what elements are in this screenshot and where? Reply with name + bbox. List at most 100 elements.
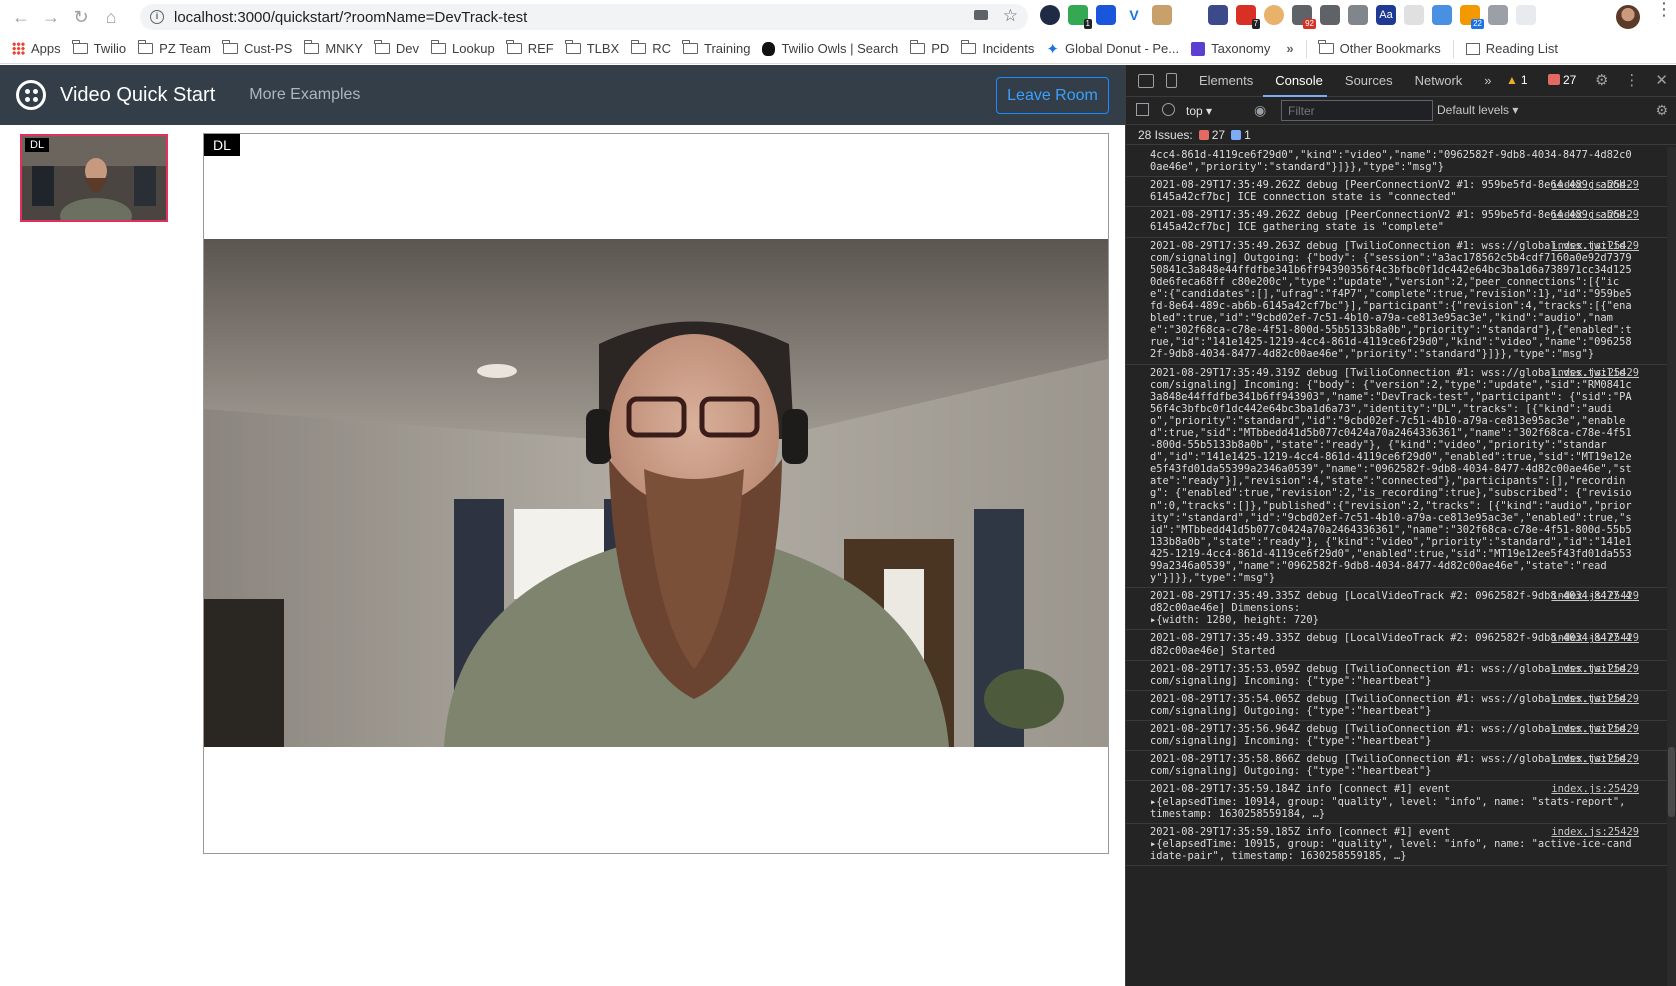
console-settings-gear-icon[interactable]: ⚙ [1655, 102, 1668, 119]
todoist-icon[interactable]: 7 [1236, 5, 1260, 29]
source-link[interactable]: index.js:25429 [1551, 367, 1639, 379]
calendar-icon[interactable]: 92 [1292, 5, 1316, 29]
search-icon[interactable] [1348, 5, 1368, 25]
screenshot-icon[interactable] [1432, 5, 1452, 25]
issues-bar[interactable]: 28 Issues: 27 1 [1126, 125, 1676, 145]
bookmark-ref[interactable]: REF [506, 40, 554, 56]
context-selector[interactable]: top ▾ [1186, 104, 1212, 118]
reading-mode-icon[interactable] [1516, 5, 1536, 25]
console-scrollbar[interactable] [1667, 147, 1676, 986]
console-message: 2021-08-29T17:35:53.059Z debug [TwilioCo… [1126, 661, 1667, 691]
bookmark-lookup[interactable]: Lookup [430, 40, 495, 56]
extension-gray-icon[interactable] [1320, 5, 1340, 25]
source-link[interactable]: index.js:25429 [1551, 240, 1639, 252]
dictionary-icon[interactable]: Aa [1376, 5, 1396, 25]
folder-icon [960, 40, 977, 54]
bookmark-training[interactable]: Training [682, 40, 750, 56]
extension-tan-icon[interactable] [1152, 5, 1172, 25]
bookmark-dev[interactable]: Dev [374, 40, 419, 56]
clear-console-icon[interactable] [1162, 103, 1175, 116]
folder-icon [682, 40, 698, 54]
source-link[interactable]: index.js:25429 [1551, 783, 1639, 795]
errors-counter[interactable]: 27 [1548, 73, 1576, 87]
scrollbar-thumb[interactable] [1668, 747, 1675, 817]
home-icon[interactable]: ⌂ [98, 4, 124, 30]
back-icon[interactable]: ← [8, 4, 34, 30]
browser-menu-icon[interactable]: ⋮ [1655, 0, 1673, 18]
cookie-icon[interactable] [1264, 5, 1284, 25]
site-info-icon[interactable]: i [150, 10, 164, 24]
participant-thumbnail[interactable]: DL [20, 134, 168, 222]
bookmark-tlbx[interactable]: TLBX [565, 40, 619, 56]
source-link[interactable]: index.js:25429 [1551, 753, 1639, 765]
close-icon[interactable]: ✕ [1655, 71, 1668, 89]
bookmark-apps[interactable]: Apps [12, 41, 61, 56]
reload-icon[interactable]: ↻ [68, 4, 94, 30]
folder-icon [630, 40, 647, 54]
app-title[interactable]: Video Quick Start [60, 84, 215, 107]
tab-console[interactable]: Console [1275, 73, 1323, 88]
folder-icon [1318, 40, 1334, 54]
console-messages[interactable]: 4cc4-861d-4119ce6f29d0","kind":"video","… [1126, 147, 1667, 986]
extension-light-icon[interactable] [1404, 5, 1424, 25]
bookmark-incidents[interactable]: Incidents [960, 40, 1034, 56]
inspect-element-icon[interactable] [1138, 73, 1154, 88]
source-link[interactable]: index.js:25429 [1551, 663, 1639, 675]
bookmark-label: Apps [31, 41, 61, 56]
sidebar-toggle-icon[interactable] [1136, 103, 1149, 116]
bookmark-label: RC [652, 41, 671, 56]
tab-sources[interactable]: Sources [1345, 73, 1393, 88]
bookmark-rc[interactable]: RC [630, 40, 671, 56]
bookmark-mnky[interactable]: MNKY [303, 40, 363, 56]
bookmark-cust-ps[interactable]: Cust-PS [222, 40, 292, 56]
bitwarden-shield-icon[interactable] [1096, 5, 1116, 25]
reading-list-button[interactable]: Reading List [1465, 41, 1558, 56]
more-tabs-button[interactable]: » [1484, 73, 1491, 88]
bookmark-global-donut[interactable]: ✦ Global Donut - Pe... [1046, 40, 1179, 58]
bookmark-twilio-owls[interactable]: Twilio Owls | Search [762, 41, 898, 56]
source-link[interactable]: index.js:25429 [1551, 179, 1639, 191]
source-link[interactable]: index.js:25429 [1551, 693, 1639, 705]
bookmark-pd[interactable]: PD [909, 40, 949, 56]
console-filter-input[interactable] [1281, 100, 1433, 121]
leave-room-button[interactable]: Leave Room [996, 77, 1109, 114]
main-video-container[interactable]: DL [203, 133, 1109, 854]
device-toolbar-icon[interactable] [1166, 73, 1177, 88]
profile-avatar[interactable] [1616, 5, 1640, 29]
source-link[interactable]: index.js:25429 [1551, 590, 1639, 602]
forward-icon[interactable]: → [38, 4, 64, 30]
devtools-menu-icon[interactable]: ⋮ [1624, 71, 1639, 89]
source-link[interactable]: index.js:25429 [1551, 826, 1639, 838]
source-link[interactable]: index.js:25429 [1551, 632, 1639, 644]
bookmark-star-icon[interactable]: ☆ [1003, 6, 1018, 26]
puzzle-icon[interactable] [1488, 5, 1508, 25]
bookmark-twilio[interactable]: Twilio [72, 40, 126, 56]
settings-gear-icon[interactable]: ⚙ [1595, 71, 1608, 89]
tab-network[interactable]: Network [1415, 73, 1463, 88]
bookmark-other[interactable]: Other Bookmarks [1318, 40, 1441, 56]
bookmark-pz-team[interactable]: PZ Team [137, 40, 211, 56]
issues-errors-pill[interactable]: 27 [1198, 128, 1225, 142]
source-link[interactable]: index.js:25429 [1551, 209, 1639, 221]
more-examples-link[interactable]: More Examples [249, 86, 360, 104]
extension-circle-icon[interactable] [1040, 5, 1060, 25]
bookmarks-overflow-button[interactable]: » [1286, 41, 1293, 56]
bookmark-label: Taxonomy [1211, 41, 1271, 56]
bookmark-taxonomy[interactable]: Taxonomy [1191, 41, 1270, 56]
eyedropper-icon[interactable] [1180, 5, 1200, 25]
console-message: 2021-08-29T17:35:49.262Z debug [PeerConn… [1126, 177, 1667, 208]
log-levels-dropdown[interactable]: Default levels ▾ [1437, 103, 1518, 117]
app-navbar: Video Quick Start More Examples Leave Ro… [0, 65, 1125, 125]
eye-icon[interactable]: ◉ [1254, 102, 1266, 119]
folder-icon [137, 40, 154, 54]
rss-icon[interactable]: 22 [1460, 5, 1484, 29]
extension-green-icon[interactable]: 1 [1068, 5, 1092, 29]
source-link[interactable]: index.js:25429 [1551, 723, 1639, 735]
v-extension-icon[interactable]: V [1124, 5, 1144, 25]
address-bar[interactable]: i localhost:3000/quickstart/?roomName=De… [140, 4, 1028, 30]
camera-in-use-icon[interactable] [974, 10, 988, 20]
tab-elements[interactable]: Elements [1199, 73, 1253, 88]
issues-info-pill[interactable]: 1 [1231, 128, 1251, 142]
warnings-counter[interactable]: ▲ 1 [1506, 73, 1528, 87]
extension-slate-icon[interactable] [1208, 5, 1228, 25]
